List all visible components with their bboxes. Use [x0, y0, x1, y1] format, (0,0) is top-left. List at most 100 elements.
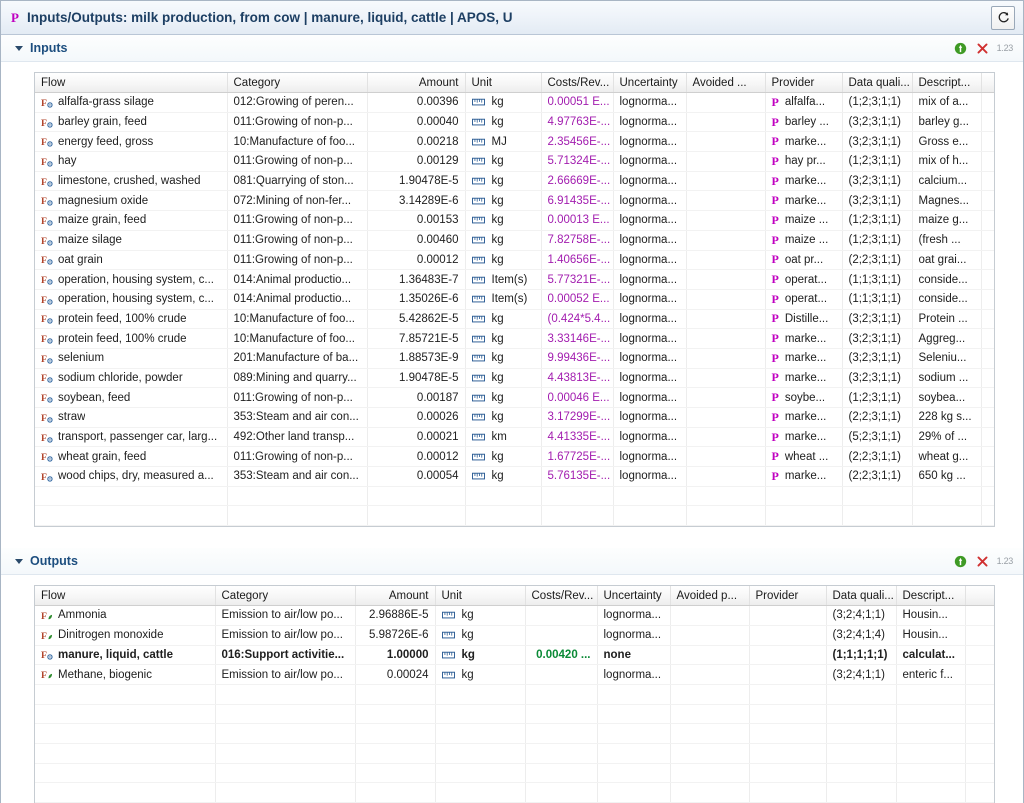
cell-costs[interactable]: 0.00013 E...: [541, 210, 614, 231]
cell-category[interactable]: 072:Mining of non-fer...: [227, 190, 368, 212]
col-header-description[interactable]: Descript...: [896, 586, 966, 607]
cell-description[interactable]: calcium...: [912, 171, 982, 192]
cell-unit[interactable]: kg: [435, 664, 526, 685]
cell-flow[interactable]: Fsoybean, feed: [35, 387, 228, 408]
cell-category[interactable]: 10:Manufacture of foo...: [227, 309, 368, 330]
cell-uncertainty[interactable]: lognorma...: [613, 328, 687, 349]
cell-description[interactable]: conside...: [912, 269, 982, 290]
cell-uncertainty[interactable]: lognorma...: [613, 112, 687, 133]
cell-description[interactable]: mix of h...: [912, 151, 982, 172]
cell-uncertainty[interactable]: lognorma...: [613, 427, 687, 448]
cell-description[interactable]: maize g...: [912, 210, 982, 231]
cell-costs[interactable]: 5.76135E-...: [541, 466, 614, 487]
cell-avoided-product[interactable]: [686, 348, 766, 369]
cell-category[interactable]: 492:Other land transp...: [227, 427, 368, 448]
col-header-category[interactable]: Category: [215, 586, 356, 607]
cell-flow[interactable]: Flimestone, crushed, washed: [35, 171, 228, 192]
col-header-avoided[interactable]: Avoided p...: [670, 586, 750, 607]
cell-flow[interactable]: Foperation, housing system, c...: [35, 289, 228, 310]
cell-description[interactable]: calculat...: [896, 645, 966, 666]
table-row[interactable]: Fsoybean, feed 011:Growing of non-p... 0.0…: [35, 387, 994, 408]
cell-uncertainty[interactable]: lognorma...: [613, 230, 687, 251]
cell-description[interactable]: 650 kg ...: [912, 466, 982, 487]
cell-category[interactable]: 011:Growing of non-p...: [227, 387, 368, 408]
cell-uncertainty[interactable]: lognorma...: [613, 250, 687, 271]
cell-flow[interactable]: Foat grain: [35, 250, 228, 271]
cell-amount[interactable]: 5.98726E-6: [355, 625, 436, 646]
cell-provider[interactable]: [749, 605, 827, 626]
cell-amount[interactable]: 5.42862E-5: [367, 309, 466, 330]
cell-avoided-product[interactable]: [686, 407, 766, 428]
cell-uncertainty[interactable]: lognorma...: [613, 210, 687, 231]
col-header-provider[interactable]: Provider: [765, 73, 843, 93]
cell-unit[interactable]: kg: [465, 407, 542, 428]
cell-provider[interactable]: Poperat...: [765, 289, 843, 310]
cell-provider[interactable]: Poat pr...: [765, 250, 843, 271]
cell-flow[interactable]: Fprotein feed, 100% crude: [35, 328, 228, 349]
cell-unit[interactable]: kg: [435, 645, 526, 666]
table-row-empty[interactable]: [35, 684, 994, 705]
cell-provider[interactable]: Pmarke...: [765, 427, 843, 448]
cell-unit[interactable]: km: [465, 427, 542, 448]
cell-flow[interactable]: Fprotein feed, 100% crude: [35, 309, 228, 330]
cell-costs[interactable]: 2.66669E-...: [541, 171, 614, 192]
cell-uncertainty[interactable]: lognorma...: [613, 348, 687, 369]
cell-avoided-product[interactable]: [686, 328, 766, 349]
cell-provider[interactable]: Pmarke...: [765, 190, 843, 212]
cell-avoided-product[interactable]: [686, 387, 766, 408]
cell-unit[interactable]: kg: [465, 230, 542, 251]
cell-avoided-product[interactable]: [670, 625, 750, 646]
cell-category[interactable]: 201:Manufacture of ba...: [227, 348, 368, 369]
col-header-uncertainty[interactable]: Uncertainty: [613, 73, 687, 93]
cell-amount[interactable]: 0.00012: [367, 250, 466, 271]
cell-category[interactable]: 10:Manufacture of foo...: [227, 131, 368, 153]
cell-uncertainty[interactable]: lognorma...: [613, 446, 687, 468]
cell-data-quality[interactable]: (3;2;3;1;1): [842, 348, 913, 369]
cell-provider[interactable]: Psoybe...: [765, 387, 843, 408]
cell-flow[interactable]: Fbarley grain, feed: [35, 112, 228, 133]
inputs-add-button[interactable]: [954, 42, 967, 55]
cell-costs[interactable]: [525, 625, 598, 646]
cell-uncertainty[interactable]: lognorma...: [597, 605, 671, 626]
table-row[interactable]: Fprotein feed, 100% crude 10:Manufacture …: [35, 328, 994, 349]
cell-provider[interactable]: Pmarke...: [765, 348, 843, 369]
cell-data-quality[interactable]: (1;2;3;1;1): [842, 230, 913, 251]
col-header-costs[interactable]: Costs/Rev...: [525, 586, 598, 607]
cell-data-quality[interactable]: (1;1;1;1;1): [826, 645, 897, 666]
cell-data-quality[interactable]: (3;2;3;1;1): [842, 190, 913, 212]
cell-provider[interactable]: Pmarke...: [765, 407, 843, 428]
table-row[interactable]: Foperation, housing system, c... 014:Anim…: [35, 269, 994, 290]
cell-avoided-product[interactable]: [670, 645, 750, 666]
cell-data-quality[interactable]: (3;2;3;1;1): [842, 131, 913, 153]
cell-data-quality[interactable]: (5;2;3;1;1): [842, 427, 913, 448]
cell-amount[interactable]: 0.00026: [367, 407, 466, 428]
cell-unit[interactable]: kg: [465, 446, 542, 468]
cell-amount[interactable]: 1.36483E-7: [367, 269, 466, 290]
cell-unit[interactable]: kg: [465, 368, 542, 389]
cell-category[interactable]: 014:Animal productio...: [227, 289, 368, 310]
cell-category[interactable]: 081:Quarrying of ston...: [227, 171, 368, 192]
cell-data-quality[interactable]: (3;2;4;1;1): [826, 605, 897, 626]
cell-description[interactable]: mix of a...: [912, 92, 982, 113]
cell-data-quality[interactable]: (3;2;3;1;1): [842, 328, 913, 349]
col-header-avoided[interactable]: Avoided ...: [686, 73, 766, 93]
cell-unit[interactable]: kg: [465, 466, 542, 487]
col-header-uncertainty[interactable]: Uncertainty: [597, 586, 671, 607]
cell-unit[interactable]: MJ: [465, 131, 542, 153]
cell-flow[interactable]: Fmaize grain, feed: [35, 210, 228, 231]
cell-provider[interactable]: [749, 645, 827, 666]
cell-amount[interactable]: 1.88573E-9: [367, 348, 466, 369]
cell-flow[interactable]: Ftransport, passenger car, larg...: [35, 427, 228, 448]
cell-description[interactable]: conside...: [912, 289, 982, 310]
table-row[interactable]: Fmagnesium oxide 072:Mining of non-fer...…: [35, 190, 994, 212]
cell-flow[interactable]: F Ammonia: [35, 605, 216, 626]
cell-data-quality[interactable]: (3;2;4;1;4): [826, 625, 897, 646]
cell-uncertainty[interactable]: lognorma...: [597, 664, 671, 685]
cell-uncertainty[interactable]: lognorma...: [613, 368, 687, 389]
cell-category[interactable]: 10:Manufacture of foo...: [227, 328, 368, 349]
cell-category[interactable]: 011:Growing of non-p...: [227, 230, 368, 251]
cell-costs[interactable]: (0.424*5.4...: [541, 309, 614, 330]
cell-data-quality[interactable]: (2;2;3;1;1): [842, 250, 913, 271]
cell-flow[interactable]: Fwood chips, dry, measured a...: [35, 466, 228, 487]
cell-costs[interactable]: 5.71324E-...: [541, 151, 614, 172]
